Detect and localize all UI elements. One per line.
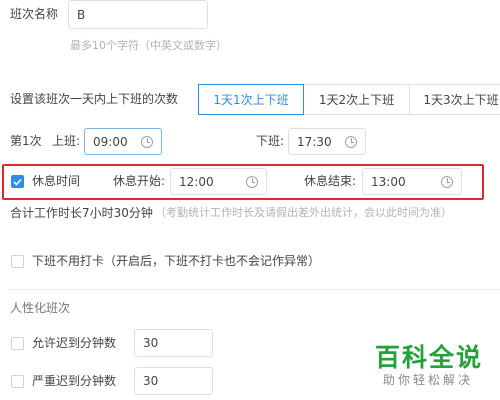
frequency-option-1-label: 1天1次上下班: [213, 93, 289, 107]
allow-late-minutes-value: 30: [143, 336, 159, 350]
frequency-option-2[interactable]: 1天2次上下班: [303, 84, 410, 115]
severe-late-minutes-input[interactable]: 30: [134, 367, 213, 395]
shift-name-value: B: [77, 7, 86, 22]
rest-start-label: 休息开始:: [113, 174, 166, 188]
severe-late-checkbox[interactable]: [11, 375, 24, 388]
shift-name-input[interactable]: B: [68, 0, 208, 29]
frequency-option-3[interactable]: 1天3次上下班: [409, 84, 500, 115]
clock-icon: [441, 175, 453, 188]
frequency-label: 设置该班次一天内上下班的次数: [10, 92, 179, 106]
severe-late-label: 严重迟到分钟数: [32, 374, 117, 388]
shift-name-hint: 最多10个字符（中英文或数字）: [70, 39, 227, 52]
total-work-time: 合计工作时长7小时30分钟: [10, 206, 153, 220]
no-punch-checkbox[interactable]: [11, 255, 24, 268]
watermark-subtitle: 助你轻松解决: [383, 373, 474, 387]
clock-icon: [141, 135, 153, 148]
section-divider: [8, 289, 500, 290]
rest-end-time-input[interactable]: 13:00: [362, 168, 462, 195]
allow-late-checkbox[interactable]: [11, 337, 24, 350]
rest-end-label: 休息结束:: [304, 174, 357, 188]
allow-late-label: 允许迟到分钟数: [32, 336, 117, 350]
rest-start-time-input[interactable]: 12:00: [170, 168, 267, 195]
allow-late-minutes-input[interactable]: 30: [134, 329, 213, 357]
clock-icon: [345, 135, 357, 148]
clock-in-time-input[interactable]: 09:00: [84, 128, 162, 155]
total-work-time-note: （考勤统计工作时长及请假出差外出统计，会以此时间为准）: [155, 206, 452, 219]
check-icon: [13, 178, 22, 186]
rest-time-checkbox[interactable]: [11, 175, 24, 188]
frequency-option-2-label: 1天2次上下班: [318, 93, 395, 107]
rest-time-label: 休息时间: [32, 174, 81, 188]
clock-out-time-value: 17:30: [297, 134, 332, 149]
no-punch-label: 下班不用打卡（开启后，下班不打卡也不会记作异常）: [32, 254, 321, 268]
frequency-option-1[interactable]: 1天1次上下班: [198, 84, 304, 115]
clock-out-time-input[interactable]: 17:30: [288, 128, 366, 155]
rest-start-time-value: 12:00: [179, 174, 214, 189]
clock-in-time-value: 09:00: [93, 134, 128, 149]
frequency-option-3-label: 1天3次上下班: [423, 93, 499, 107]
severe-late-minutes-value: 30: [143, 374, 159, 388]
session-label: 第1次: [10, 134, 42, 148]
shift-name-label: 班次名称: [10, 7, 59, 21]
watermark-logo: 百科全说: [375, 343, 484, 372]
clock-in-label: 上班:: [52, 134, 81, 148]
personalization-title: 人性化班次: [10, 301, 71, 315]
rest-end-time-value: 13:00: [371, 174, 406, 189]
clock-icon: [246, 175, 258, 188]
clock-out-label: 下班:: [256, 134, 285, 148]
